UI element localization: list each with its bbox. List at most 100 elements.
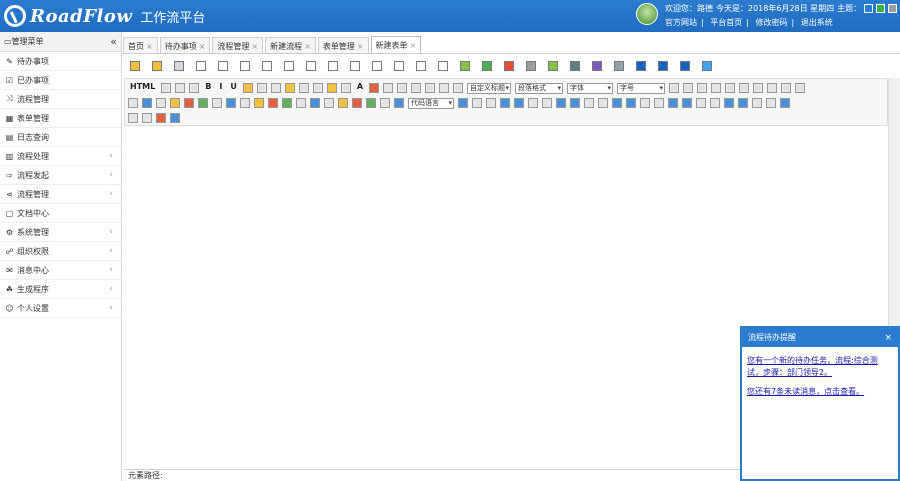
editor-button-icon[interactable] xyxy=(486,98,496,108)
editor-button-icon[interactable] xyxy=(626,98,636,108)
close-icon[interactable]: × xyxy=(357,42,364,51)
editor-button-icon[interactable] xyxy=(458,98,468,108)
official-site-link[interactable]: 官方网站 xyxy=(665,18,697,27)
tab[interactable]: 新建表单 × xyxy=(370,36,422,54)
form-control-icon[interactable] xyxy=(526,61,536,71)
editor-button-icon[interactable] xyxy=(753,83,764,93)
editor-button-icon[interactable] xyxy=(310,98,320,108)
editor-button-icon[interactable] xyxy=(697,83,708,93)
form-control-icon[interactable] xyxy=(658,61,668,71)
sidebar-item[interactable]: ⇨ 流程发起 ‹ xyxy=(0,166,121,185)
close-icon[interactable]: × xyxy=(410,41,417,50)
sidebar-item[interactable]: ⚙ 系统管理 ‹ xyxy=(0,223,121,242)
editor-button-icon[interactable] xyxy=(270,83,281,93)
editor-button-icon[interactable] xyxy=(654,98,664,108)
editor-button-icon[interactable] xyxy=(780,98,790,108)
avatar[interactable] xyxy=(636,3,658,25)
form-control-icon[interactable] xyxy=(372,61,382,71)
editor-button-icon[interactable] xyxy=(296,98,306,108)
editor-button-icon[interactable] xyxy=(724,98,734,108)
form-control-icon[interactable] xyxy=(350,61,360,71)
editor-button-icon[interactable] xyxy=(352,98,362,108)
editor-button-icon[interactable] xyxy=(326,83,337,93)
editor-select[interactable]: 段落格式 xyxy=(515,82,564,94)
editor-button-icon[interactable] xyxy=(584,98,594,108)
editor-button-icon[interactable] xyxy=(397,83,408,93)
sidebar-item[interactable]: ✎ 待办事项 xyxy=(0,52,121,71)
close-icon[interactable]: × xyxy=(884,333,892,343)
editor-button-icon[interactable]: I xyxy=(217,83,224,93)
tab[interactable]: 首页 × xyxy=(123,37,158,54)
editor-button-icon[interactable] xyxy=(128,98,138,108)
form-control-icon[interactable] xyxy=(152,61,162,71)
editor-button-icon[interactable] xyxy=(212,98,222,108)
editor-button-icon[interactable] xyxy=(256,83,267,93)
editor-button-icon[interactable] xyxy=(696,98,706,108)
editor-button-icon[interactable] xyxy=(156,113,166,123)
form-control-icon[interactable] xyxy=(504,61,514,71)
editor-button-icon[interactable] xyxy=(570,98,580,108)
editor-button-icon[interactable] xyxy=(556,98,566,108)
form-control-icon[interactable] xyxy=(240,61,250,71)
form-control-icon[interactable] xyxy=(130,61,140,71)
editor-select[interactable]: 自定义标题 xyxy=(467,82,512,94)
editor-button-icon[interactable] xyxy=(254,98,264,108)
theme-green-button[interactable] xyxy=(876,4,886,13)
sidebar-item[interactable]: ▤ 日志查询 xyxy=(0,128,121,147)
change-password-link[interactable]: 修改密码 xyxy=(756,18,788,27)
editor-button-icon[interactable] xyxy=(425,83,436,93)
editor-button-icon[interactable] xyxy=(683,83,694,93)
editor-button-icon[interactable] xyxy=(383,83,394,93)
unread-messages-link[interactable]: 您还有7条未读消息，点击查看。 xyxy=(747,386,893,398)
editor-button-icon[interactable] xyxy=(226,98,236,108)
editor-button-icon[interactable] xyxy=(142,98,152,108)
editor-button-icon[interactable] xyxy=(514,98,524,108)
editor-select[interactable]: 字号 xyxy=(617,82,666,94)
editor-button-icon[interactable] xyxy=(268,98,278,108)
editor-select[interactable]: 字体 xyxy=(567,82,614,94)
close-icon[interactable]: × xyxy=(146,42,153,51)
editor-button-icon[interactable] xyxy=(161,83,172,93)
editor-button-icon[interactable] xyxy=(189,83,200,93)
editor-button-icon[interactable] xyxy=(338,98,348,108)
todo-task-link[interactable]: 您有一个新的待办任务，流程:综合测试，步骤：部门领导2。 xyxy=(747,355,893,379)
editor-button-icon[interactable] xyxy=(752,98,762,108)
tab[interactable]: 待办事项 × xyxy=(159,37,211,54)
editor-button-icon[interactable]: B xyxy=(203,83,213,93)
theme-gray-button[interactable] xyxy=(888,4,898,13)
form-control-icon[interactable] xyxy=(394,61,404,71)
editor-button-icon[interactable] xyxy=(453,83,464,93)
sidebar-item[interactable]: ☑ 已办事项 xyxy=(0,71,121,90)
editor-button-icon[interactable] xyxy=(795,83,806,93)
tab[interactable]: 流程管理 × xyxy=(212,37,264,54)
sidebar-item[interactable]: ⋖ 流程管理 ‹ xyxy=(0,185,121,204)
editor-button-icon[interactable] xyxy=(725,83,736,93)
editor-button-icon[interactable] xyxy=(298,83,309,93)
form-control-icon[interactable] xyxy=(636,61,646,71)
sidebar-item[interactable]: ☍ 组织权限 ‹ xyxy=(0,242,121,261)
editor-button-icon[interactable] xyxy=(739,83,750,93)
editor-button-icon[interactable] xyxy=(439,83,450,93)
editor-button-icon[interactable]: A xyxy=(355,83,365,93)
editor-button-icon[interactable] xyxy=(598,98,608,108)
editor-button-icon[interactable] xyxy=(710,98,720,108)
sidebar-item[interactable]: ▥ 流程处理 ‹ xyxy=(0,147,121,166)
editor-button-icon[interactable]: U xyxy=(228,83,239,93)
form-control-icon[interactable] xyxy=(460,61,470,71)
form-control-icon[interactable] xyxy=(196,61,206,71)
editor-button-icon[interactable] xyxy=(411,83,422,93)
form-control-icon[interactable] xyxy=(482,61,492,71)
editor-button-icon[interactable] xyxy=(369,83,380,93)
editor-button-icon[interactable] xyxy=(340,83,351,93)
close-icon[interactable]: × xyxy=(199,42,206,51)
platform-home-link[interactable]: 平台首页 xyxy=(710,18,742,27)
editor-button-icon[interactable] xyxy=(142,113,152,123)
editor-button-icon[interactable] xyxy=(170,113,180,123)
editor-button-icon[interactable] xyxy=(612,98,622,108)
form-control-icon[interactable] xyxy=(438,61,448,71)
close-icon[interactable]: × xyxy=(304,42,311,51)
form-control-icon[interactable] xyxy=(702,61,712,71)
editor-button-icon[interactable] xyxy=(242,83,253,93)
form-control-icon[interactable] xyxy=(416,61,426,71)
theme-blue-button[interactable] xyxy=(864,4,874,13)
